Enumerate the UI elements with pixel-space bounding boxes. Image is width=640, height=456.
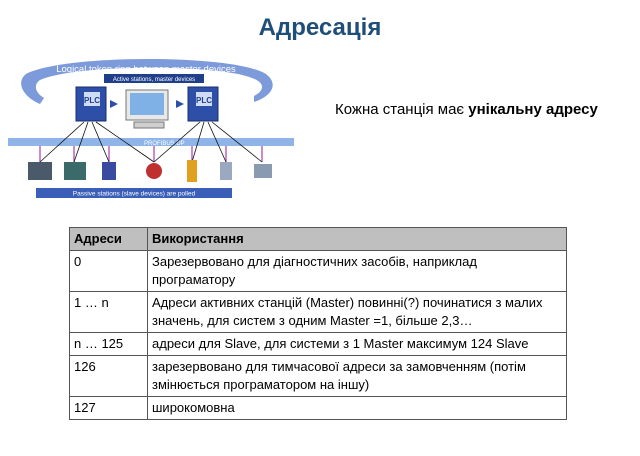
table-row: 127 широкомовна bbox=[69, 396, 567, 420]
usage-cell: Адреси активних станцій (Master) повинні… bbox=[147, 291, 567, 333]
address-cell: n … 125 bbox=[69, 332, 148, 356]
passive-label: Passive stations (slave devices) are pol… bbox=[73, 191, 196, 198]
header-addresses: Адреси bbox=[69, 227, 148, 251]
table-row: n … 125 адреси для Slave, для системи з … bbox=[69, 332, 567, 356]
bus-label: PROFIBUS DP bbox=[144, 141, 185, 147]
usage-cell: широкомовна bbox=[147, 396, 567, 420]
arrow-icon bbox=[176, 100, 184, 108]
address-table: Адреси Використання 0 Зарезервовано для … bbox=[69, 227, 567, 420]
slave-device-icon bbox=[187, 160, 197, 182]
slave-device-icon bbox=[28, 162, 52, 180]
address-cell: 1 … n bbox=[69, 291, 148, 333]
usage-cell: зарезервовано для тимчасової адреси за з… bbox=[147, 355, 567, 397]
plc-icon: PLC bbox=[75, 86, 107, 122]
table-header-row: Адреси Використання bbox=[69, 227, 567, 251]
slave-device-icon bbox=[146, 163, 162, 179]
table-row: 1 … n Адреси активних станцій (Master) п… bbox=[69, 291, 567, 333]
usage-cell: Зарезервовано для діагностичних засобів,… bbox=[147, 250, 567, 292]
table-row: 126 зарезервовано для тимчасової адреси … bbox=[69, 355, 567, 397]
slave-device-icon bbox=[102, 162, 116, 180]
unique-address-statement: Кожна станція має унікальну адресу bbox=[335, 101, 598, 118]
svg-text:PLC: PLC bbox=[196, 96, 212, 105]
statement-emphasis: унікальну адресу bbox=[468, 101, 598, 118]
profibus-diagram: Logical token ring between master device… bbox=[8, 59, 294, 198]
plc-icon: PLC bbox=[187, 86, 219, 122]
usage-cell: адреси для Slave, для системи з 1 Master… bbox=[147, 332, 567, 356]
slave-device-icon bbox=[64, 162, 86, 180]
slide-title: Адресація bbox=[258, 14, 382, 41]
address-cell: 0 bbox=[69, 250, 148, 292]
svg-text:PLC: PLC bbox=[84, 96, 100, 105]
statement-text: Кожна станція має bbox=[335, 101, 469, 118]
address-cell: 127 bbox=[69, 396, 148, 420]
pc-icon bbox=[125, 89, 169, 129]
arrow-icon bbox=[110, 100, 118, 108]
header-usage: Використання bbox=[147, 227, 567, 251]
slave-device-icon bbox=[220, 162, 232, 180]
ring-label: Logical token ring between master device… bbox=[56, 64, 236, 75]
slave-device-icon bbox=[254, 164, 272, 178]
active-label: Active stations, master devices bbox=[113, 77, 195, 83]
address-cell: 126 bbox=[69, 355, 148, 397]
table-row: 0 Зарезервовано для діагностичних засобі… bbox=[69, 250, 567, 292]
